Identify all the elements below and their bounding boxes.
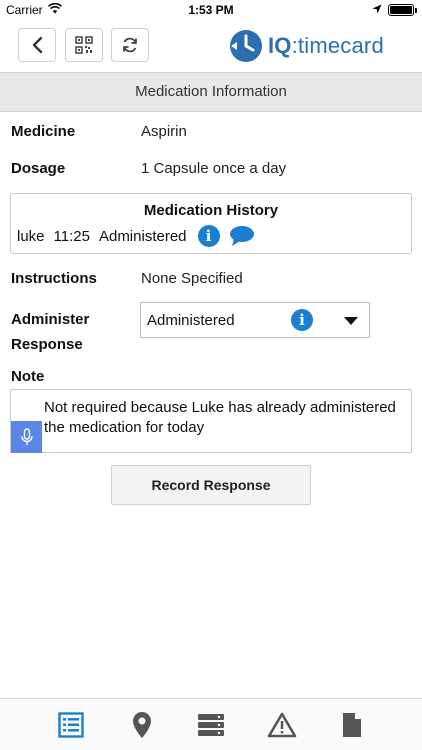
warning-icon <box>267 712 297 738</box>
info-icon[interactable]: i <box>291 309 313 331</box>
administer-label-line1: Administer <box>11 311 90 328</box>
status-time: 1:53 PM <box>188 3 234 17</box>
nav-alerts[interactable] <box>267 709 297 741</box>
info-icon[interactable]: i <box>197 225 220 247</box>
qr-scan-button[interactable] <box>65 28 103 62</box>
dosage-label: Dosage <box>11 160 66 177</box>
medicine-value: Aspirin <box>141 123 187 140</box>
history-time: 11:25 <box>53 227 90 245</box>
history-status: Administered <box>98 227 187 245</box>
medicine-label: Medicine <box>11 123 76 140</box>
select-value: Administered <box>147 312 235 329</box>
list-icon <box>58 712 84 738</box>
administer-response-select[interactable]: Administered i <box>140 302 370 338</box>
caret-down-icon <box>344 317 358 325</box>
history-entry: luke 11:25 Administered i <box>17 225 255 247</box>
battery-icon <box>388 4 417 16</box>
nav-location[interactable] <box>127 709 157 741</box>
server-icon <box>198 714 224 736</box>
nav-documents[interactable] <box>337 709 367 741</box>
record-response-button[interactable]: Record Response <box>111 465 311 505</box>
iq-timecard-logo: IQ:timecard <box>228 26 384 66</box>
note-text[interactable]: Not required because Luke has already ad… <box>44 398 404 438</box>
logo-main: IQ <box>268 33 292 58</box>
page-title: Medication Information <box>0 72 422 112</box>
note-field[interactable]: Not required because Luke has already ad… <box>10 389 412 453</box>
instructions-label: Instructions <box>11 270 97 287</box>
qr-code-icon <box>75 36 93 54</box>
app-header: IQ:timecard <box>0 20 422 72</box>
bottom-nav <box>0 698 422 750</box>
medication-history-box: Medication History luke 11:25 Administer… <box>10 193 412 254</box>
clock-logo-icon <box>230 30 262 62</box>
dosage-value: 1 Capsule once a day <box>141 160 287 177</box>
document-icon <box>343 713 361 737</box>
chevron-left-icon <box>32 36 43 54</box>
logo-sub: :timecard <box>291 33 384 58</box>
administer-label-line2: Response <box>11 336 83 353</box>
comment-bubble-icon[interactable] <box>229 225 255 247</box>
instructions-value: None Specified <box>141 270 243 287</box>
location-arrow-icon <box>372 3 382 17</box>
nav-servers[interactable] <box>196 709 226 741</box>
history-user: luke <box>17 227 45 245</box>
administer-response-label: Administer Response <box>11 307 89 357</box>
status-right <box>372 3 417 17</box>
medication-history-title: Medication History <box>143 202 279 219</box>
logo-text: IQ:timecard <box>268 33 384 59</box>
back-button[interactable] <box>18 28 56 62</box>
microphone-icon <box>20 428 33 445</box>
location-pin-icon <box>133 712 151 738</box>
note-label: Note <box>11 368 45 385</box>
nav-list[interactable] <box>56 709 86 741</box>
microphone-button[interactable] <box>11 421 42 453</box>
refresh-icon <box>123 37 137 53</box>
refresh-button[interactable] <box>111 28 149 62</box>
status-bar: Carrier 1:53 PM <box>0 0 422 20</box>
